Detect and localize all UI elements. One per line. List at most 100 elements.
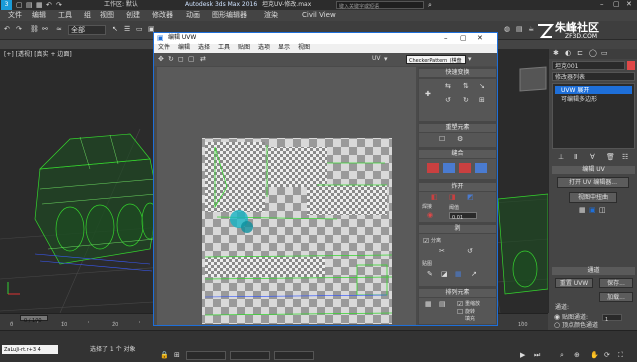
orbit-icon[interactable]: ⟳ xyxy=(604,352,610,359)
save-uvw-button[interactable]: 保存... xyxy=(599,278,633,288)
open-icon[interactable]: ▤ xyxy=(26,2,33,9)
uv-menu-view[interactable]: 视图 xyxy=(298,45,310,51)
select-by-name-icon[interactable]: ☰ xyxy=(124,26,130,33)
texture-dropdown-icon[interactable]: ▾ xyxy=(468,56,472,63)
selection-filter-dropdown[interactable]: 全部 xyxy=(68,25,106,35)
grid-view-icon[interactable]: ▦ xyxy=(579,207,586,214)
x-coordinate-field[interactable] xyxy=(186,351,226,360)
rotate-checkbox-icon[interactable]: ☐ xyxy=(457,309,463,316)
configure-sets-icon[interactable]: ☷ xyxy=(622,154,628,161)
create-tab-icon[interactable]: ✱ xyxy=(553,50,559,57)
uv-menu-edit[interactable]: 编辑 xyxy=(178,45,190,51)
reset-uvw-button[interactable]: 重置 UVW xyxy=(555,278,593,288)
edit-uvs-rollout[interactable]: 编辑 UV xyxy=(552,166,635,174)
object-color-swatch[interactable] xyxy=(627,61,635,70)
bind-space-warp-icon[interactable]: ≈ xyxy=(56,26,62,33)
object-name-field[interactable]: 坦克001 xyxy=(552,61,625,70)
close-icon[interactable]: ✕ xyxy=(626,1,632,8)
search-icon[interactable]: ⌕ xyxy=(428,2,432,9)
menu-group[interactable]: 组 xyxy=(84,12,91,19)
uv-close-icon[interactable]: ✕ xyxy=(477,35,483,42)
arrange-rollout[interactable]: 排列元素 xyxy=(419,289,496,297)
undo-icon[interactable]: ↶ xyxy=(4,26,10,33)
uv-minimize-icon[interactable]: – xyxy=(444,35,448,42)
uv-menu-file[interactable]: 文件 xyxy=(158,45,170,51)
render-frame-icon[interactable]: ▤ xyxy=(516,26,523,33)
uv-menu-display[interactable]: 显示 xyxy=(278,45,290,51)
menu-civil-view[interactable]: Civil View xyxy=(302,12,336,19)
open-uv-editor-button[interactable]: 打开 UV 编辑器... xyxy=(557,177,629,188)
brush-view-icon[interactable]: ◫ xyxy=(599,207,606,214)
load-uvw-button[interactable]: 加载... xyxy=(599,292,633,302)
uv-menu-tools[interactable]: 工具 xyxy=(218,45,230,51)
mirror-icon[interactable]: ⇄ xyxy=(200,56,206,63)
straighten-icon[interactable]: ↘ xyxy=(479,83,485,90)
zoom-all-icon[interactable]: ⊕ xyxy=(574,352,580,359)
stitch-source-icon[interactable] xyxy=(427,163,439,173)
uv-canvas[interactable] xyxy=(157,67,416,325)
hierarchy-tab-icon[interactable]: ⊏ xyxy=(577,50,583,57)
uv-maximize-icon[interactable]: ▢ xyxy=(460,35,467,42)
redo-icon[interactable]: ↷ xyxy=(16,26,22,33)
menu-modifiers[interactable]: 修改器 xyxy=(152,12,173,19)
scale-icon[interactable]: ◻ xyxy=(178,56,184,63)
uv-checker-texture[interactable] xyxy=(157,67,416,325)
weld-target-icon[interactable]: ◉ xyxy=(427,212,433,219)
pivot-icon[interactable]: ✚ xyxy=(425,91,431,98)
undo-icon[interactable]: ↶ xyxy=(46,2,52,9)
uv-menu-options[interactable]: 选项 xyxy=(258,45,270,51)
stitch-rollout[interactable]: 缝合 xyxy=(419,150,496,158)
vertex-color-radio[interactable]: ○ xyxy=(554,322,560,329)
zoom-icon[interactable]: ⌕ xyxy=(560,352,564,359)
play-icon[interactable]: ▶ xyxy=(520,352,525,359)
menu-views[interactable]: 视图 xyxy=(100,12,114,19)
link-icon[interactable]: ⛓ xyxy=(30,26,39,33)
pack-custom-icon[interactable]: ▤ xyxy=(439,301,446,308)
stack-item-unwrap[interactable]: UVW 展开 xyxy=(555,86,632,94)
uv-editor-window[interactable]: ▣ 编辑 UVW – ▢ ✕ 文件 编辑 选择 工具 贴图 选项 显示 视图 ✥… xyxy=(153,32,498,326)
unpin-icon[interactable]: ↗ xyxy=(471,271,477,278)
stitch-custom-icon[interactable] xyxy=(475,163,487,173)
render-icon[interactable]: ☕ xyxy=(528,26,534,33)
quick-transform-rollout[interactable]: 快速变换 xyxy=(419,69,496,77)
map-channel-spinner[interactable]: 1 xyxy=(602,314,622,323)
modifier-list-dropdown[interactable]: 修改器列表 xyxy=(552,72,635,81)
lock-selection-icon[interactable]: 🔒 xyxy=(160,352,169,359)
rect-select-icon[interactable]: ▭ xyxy=(136,26,143,33)
pack-normalize-icon[interactable]: ▦ xyxy=(425,301,432,308)
uv-dropdown-icon[interactable]: ▾ xyxy=(384,56,388,63)
pan-icon[interactable]: ✋ xyxy=(590,352,599,359)
menu-file[interactable]: 文件 xyxy=(8,12,22,19)
map-channel-radio[interactable]: ◉ xyxy=(554,314,560,321)
flatten-icon[interactable]: ◨ xyxy=(449,194,456,201)
peel-rollout[interactable]: 剥 xyxy=(419,225,496,233)
quick-peel-icon[interactable]: ✂ xyxy=(439,248,445,255)
uv-editor-title-bar[interactable]: ▣ 编辑 UVW – ▢ ✕ xyxy=(154,33,497,44)
rotate-icon[interactable]: ↻ xyxy=(168,56,174,63)
straighten-sel-icon[interactable]: ☐ xyxy=(439,136,445,143)
relax-icon[interactable]: ⚙ xyxy=(457,136,463,143)
pin-icon[interactable]: ✎ xyxy=(427,271,433,278)
menu-edit[interactable]: 编辑 xyxy=(32,12,46,19)
unlink-icon[interactable]: ⚯ xyxy=(42,26,48,33)
space-icon[interactable]: ⊞ xyxy=(479,97,485,104)
pick-view-icon[interactable]: ▣ xyxy=(589,207,596,214)
explode-icon[interactable]: ◩ xyxy=(467,194,474,201)
break-icon[interactable]: ◧ xyxy=(431,194,438,201)
modify-tab-icon[interactable]: ◐ xyxy=(565,50,571,57)
render-setup-icon[interactable]: ◍ xyxy=(504,26,510,33)
move-icon[interactable]: ✥ xyxy=(158,56,164,63)
make-unique-icon[interactable]: ∀ xyxy=(590,154,595,161)
menu-graph-editors[interactable]: 图形编辑器 xyxy=(212,12,247,19)
show-end-result-icon[interactable]: Ⅱ xyxy=(574,154,577,161)
stitch-target-icon[interactable] xyxy=(443,163,455,173)
next-frame-icon[interactable]: ⏭ xyxy=(534,352,540,359)
maximize-icon[interactable]: ▢ xyxy=(613,1,620,8)
stack-item-editable-poly[interactable]: 可编辑多边形 xyxy=(555,95,632,103)
y-coordinate-field[interactable] xyxy=(230,351,270,360)
channel-rollout[interactable]: 通道 xyxy=(552,267,635,275)
search-input[interactable]: 键入关键字或短语 xyxy=(336,1,424,10)
minimize-icon[interactable]: – xyxy=(600,1,604,8)
menu-create[interactable]: 创建 xyxy=(126,12,140,19)
pelt-map-icon[interactable]: ▦ xyxy=(455,271,462,278)
